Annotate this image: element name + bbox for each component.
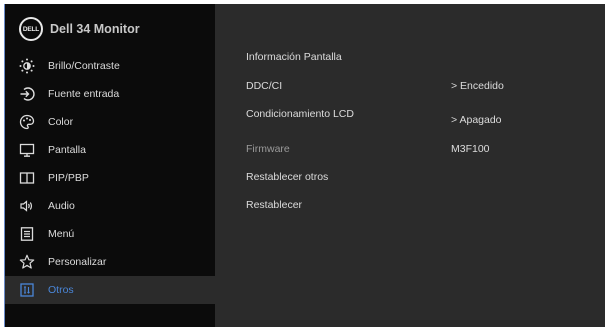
reset-others-item[interactable]: Restablecer otros xyxy=(246,171,328,183)
ddc-ci-value[interactable]: > Encedido xyxy=(451,80,504,92)
firmware-value: M3F100 xyxy=(451,143,490,155)
menu-item-label: PIP/PBP xyxy=(48,172,89,184)
menu-item-label: Color xyxy=(48,116,74,128)
menu-item-pantalla[interactable]: Pantalla xyxy=(5,136,215,164)
sidebar: DELL Dell 34 Monitor Brillo/Contraste Fu… xyxy=(5,4,215,327)
menu-item-otros[interactable]: Otros xyxy=(5,276,215,304)
star-icon xyxy=(19,254,35,270)
menu-item-menu[interactable]: Menú xyxy=(5,220,215,248)
reset-item[interactable]: Restablecer xyxy=(246,199,302,211)
menu-item-fuente-entrada[interactable]: Fuente entrada xyxy=(5,80,215,108)
brightness-icon xyxy=(19,58,35,74)
lcd-conditioning-label[interactable]: Condicionamiento LCD xyxy=(246,108,354,120)
dell-logo: DELL xyxy=(19,17,43,41)
firmware-label: Firmware xyxy=(246,143,290,155)
ddc-ci-label[interactable]: DDC/CI xyxy=(246,80,282,92)
menu-item-label: Menú xyxy=(48,228,75,240)
lcd-conditioning-value[interactable]: > Apagado xyxy=(451,114,502,126)
menu-item-label: Otros xyxy=(48,284,74,296)
menu-list-icon xyxy=(19,226,35,242)
color-palette-icon xyxy=(19,114,35,130)
menu-item-color[interactable]: Color xyxy=(5,108,215,136)
menu-item-pip-pbp[interactable]: PIP/PBP xyxy=(5,164,215,192)
monitor-name: Dell 34 Monitor xyxy=(50,22,140,36)
brand-header: DELL Dell 34 Monitor xyxy=(19,17,140,41)
menu-item-brillo-contraste[interactable]: Brillo/Contraste xyxy=(5,52,215,80)
display-icon xyxy=(19,142,35,158)
menu-item-label: Fuente entrada xyxy=(48,88,120,100)
menu-item-label: Personalizar xyxy=(48,256,107,268)
info-pantalla-item[interactable]: Información Pantalla xyxy=(246,51,342,63)
menu-item-label: Pantalla xyxy=(48,144,86,156)
speaker-icon xyxy=(19,198,35,214)
others-icon xyxy=(19,282,35,298)
menu-item-audio[interactable]: Audio xyxy=(5,192,215,220)
menu-item-label: Brillo/Contraste xyxy=(48,60,120,72)
pip-pbp-icon xyxy=(19,170,35,186)
main-menu: Brillo/Contraste Fuente entrada Color Pa… xyxy=(5,52,215,304)
osd-window: DELL Dell 34 Monitor Brillo/Contraste Fu… xyxy=(4,4,605,327)
input-source-icon xyxy=(19,86,35,102)
menu-item-label: Audio xyxy=(48,200,75,212)
menu-item-personalizar[interactable]: Personalizar xyxy=(5,248,215,276)
